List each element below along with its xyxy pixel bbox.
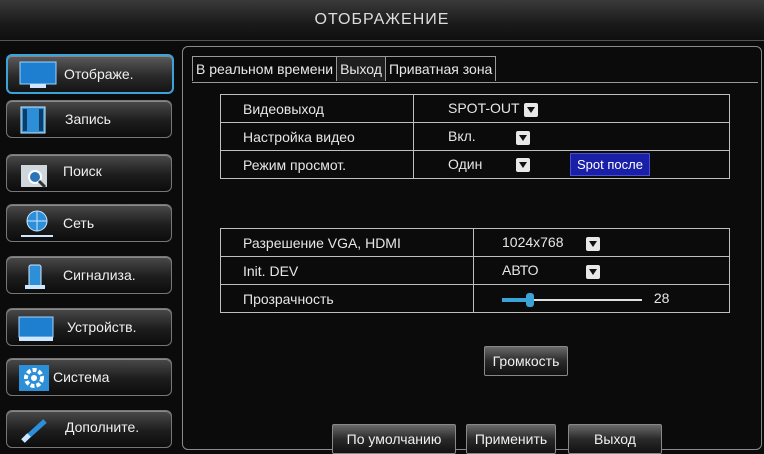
sidebar-item-label: Запись [65, 111, 111, 127]
view-mode-select[interactable]: Один Spot после [413, 150, 730, 179]
tab-label: В реальном времени [196, 61, 334, 77]
resolution-label: Разрешение VGA, HDMI [220, 228, 474, 257]
film-icon [20, 106, 46, 134]
transparency-control: 28 [473, 284, 730, 313]
table-row: Видеовыход SPOT-OUT [220, 94, 730, 123]
window-title-bar: ОТОБРАЖЕНИЕ [0, 0, 764, 41]
network-globe-icon [21, 210, 53, 237]
tab-bar: В реальном времени Выход Приватная зона [192, 56, 497, 82]
chevron-down-icon[interactable] [523, 102, 538, 117]
init-dev-label: Init. DEV [220, 256, 474, 285]
monitor-icon [19, 61, 57, 88]
tab-label: Приватная зона [388, 61, 493, 77]
device-icon [18, 316, 54, 341]
alarm-icon [25, 264, 45, 289]
resolution-select[interactable]: 1024x768 [473, 228, 730, 257]
video-setup-select[interactable]: Вкл. [413, 122, 730, 151]
sidebar-item-label: Дополните. [65, 419, 140, 435]
sidebar-item-search[interactable]: Поиск [6, 154, 172, 192]
chevron-down-icon[interactable] [586, 264, 600, 279]
sidebar-item-label: Сигнализа. [63, 267, 136, 283]
magnifier-icon [21, 165, 47, 189]
chevron-down-icon[interactable] [516, 130, 530, 145]
sidebar-item-alarm[interactable]: Сигнализа. [6, 256, 172, 294]
table-row: Прозрачность 28 [220, 284, 730, 313]
table-row: Разрешение VGA, HDMI 1024x768 [220, 228, 730, 257]
sidebar-item-network[interactable]: Сеть [6, 204, 172, 242]
spot-after-button[interactable]: Spot после [570, 153, 650, 176]
sidebar-item-system[interactable]: Система [6, 358, 172, 396]
init-dev-select[interactable]: АВТО [473, 256, 730, 285]
sidebar-item-label: Система [53, 369, 110, 385]
sidebar-item-display[interactable]: Отображе. [6, 54, 174, 94]
video-out-label: Видеовыход [220, 94, 414, 123]
video-out-select[interactable]: SPOT-OUT [413, 94, 730, 123]
window-title: ОТОБРАЖЕНИЕ [314, 11, 450, 28]
tab-output[interactable]: Выход [336, 56, 386, 81]
sidebar-item-record[interactable]: Запись [6, 100, 172, 138]
display-settings-table: Разрешение VGA, HDMI 1024x768 Init. DEV … [220, 228, 730, 313]
sidebar-item-label: Устройств. [67, 319, 137, 335]
tab-live[interactable]: В реальном времени [192, 56, 338, 81]
video-out-value: SPOT-OUT [448, 100, 520, 117]
transparency-value: 28 [653, 290, 670, 307]
init-dev-value: АВТО [502, 262, 539, 279]
volume-button[interactable]: Громкость [484, 346, 568, 376]
exit-button[interactable]: Выход [568, 424, 662, 454]
sidebar-item-label: Поиск [63, 163, 102, 179]
table-row: Init. DEV АВТО [220, 256, 730, 285]
tab-privacy-zone[interactable]: Приватная зона [384, 56, 497, 81]
video-setup-label: Настройка видео [220, 122, 414, 151]
output-settings-table: Видеовыход SPOT-OUT Настройка видео Вкл.… [220, 94, 730, 179]
sidebar-item-advanced[interactable]: Дополните. [6, 410, 172, 448]
chevron-down-icon[interactable] [516, 158, 530, 173]
view-mode-value: Один [448, 156, 483, 172]
apply-button[interactable]: Применить [466, 424, 556, 454]
sidebar-item-label: Сеть [63, 215, 95, 231]
sidebar-item-label: Отображе. [64, 66, 134, 82]
transparency-label: Прозрачность [220, 284, 474, 313]
default-button[interactable]: По умолчанию [332, 424, 456, 454]
transparency-slider[interactable] [502, 292, 642, 307]
tab-divider [192, 82, 758, 83]
tab-label: Выход [340, 61, 382, 77]
wand-icon [21, 419, 47, 443]
video-setup-value: Вкл. [448, 128, 476, 145]
chevron-down-icon[interactable] [586, 236, 600, 251]
view-mode-label: Режим просмот. [220, 150, 414, 179]
table-row: Настройка видео Вкл. [220, 122, 730, 151]
table-row: Режим просмот. Один Spot после [220, 150, 730, 179]
sidebar-item-devices[interactable]: Устройств. [6, 308, 172, 346]
resolution-value: 1024x768 [502, 234, 564, 251]
slider-handle[interactable] [526, 292, 534, 307]
